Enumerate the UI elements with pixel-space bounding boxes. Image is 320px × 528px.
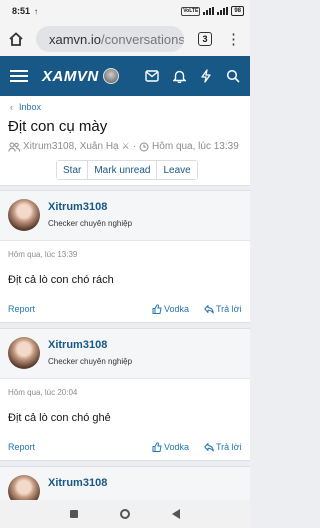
conversation-actions: Star Mark unread Leave [56,160,198,180]
page-title: Địt con cụ mày [8,118,108,135]
message: Xitrum3108 Checker chuyên nghiệp Hôm qua… [0,190,250,323]
mark-unread-button[interactable]: Mark unread [88,161,158,179]
url-bar[interactable]: xamvn.io/conversations [36,26,184,52]
avatar[interactable] [8,337,40,369]
site-logo[interactable]: XAMVN [42,68,99,85]
search-icon[interactable] [226,69,240,83]
user-title: Checker chuyên nghiệp [48,357,133,366]
reply-button[interactable]: Trả lời [204,442,242,452]
mail-icon[interactable] [145,70,159,82]
conversation-time: Hôm qua, lúc 13:39 [152,141,239,152]
message-time[interactable]: Hôm qua, lúc 20:04 [8,388,77,397]
reply-label: Trả lời [216,442,242,452]
user-title: Checker chuyên nghiệp [48,219,133,228]
system-nav-bar [0,500,250,528]
clock-icon [139,142,149,151]
site-navbar: XAMVN [0,56,250,96]
message-time[interactable]: Hôm qua, lúc 13:39 [8,250,77,259]
status-time: 8:51 [12,6,31,16]
status-icons: VoLTE 98 [181,6,244,16]
reply-icon [204,443,214,452]
meta-separator: · [132,141,137,152]
message-body: Địt cả lò con chó rách [8,274,114,286]
reply-button[interactable]: Trả lời [204,304,242,314]
breadcrumb[interactable]: ‹ Inbox [10,102,41,112]
like-button[interactable]: Vodka [152,304,189,314]
avatar[interactable] [8,199,40,231]
conversation-header: ‹ Inbox Địt con cụ mày Xitrum3108, Xuân H… [0,96,250,186]
users-icon [8,142,20,152]
signal-icon [203,7,215,15]
status-bar: 8:51 ↑ VoLTE 98 [0,0,250,22]
thumbs-up-icon [152,304,162,314]
tab-switcher-button[interactable]: 3 [198,32,212,46]
report-link[interactable]: Report [8,304,35,314]
home-button[interactable] [120,509,130,519]
like-button[interactable]: Vodka [152,442,189,452]
url-path: /conversations [101,31,184,47]
browser-toolbar: xamvn.io/conversations 3 ⋮ [0,22,250,56]
account-avatar[interactable] [102,68,119,84]
conversation-meta: Xitrum3108, Xuân Hạ ⚔ · Hôm qua, lúc 13:… [8,141,239,152]
thumbs-up-icon [152,442,162,452]
report-link[interactable]: Report [8,442,35,452]
message-body: Địt cả lò con chó ghẻ [8,412,111,424]
chevron-left-icon: ‹ [10,102,13,112]
signal-icon-2 [217,7,229,15]
leave-button[interactable]: Leave [157,161,197,179]
bell-icon[interactable] [173,69,186,83]
recents-button[interactable] [70,510,78,518]
message-username[interactable]: Xitrum3108 [48,201,107,213]
reply-icon [204,305,214,314]
like-label: Vodka [164,442,190,452]
menu-icon[interactable] [10,70,28,82]
breadcrumb-inbox[interactable]: Inbox [19,102,41,112]
crossed-swords-icon: ⚔ [121,141,130,151]
url-host: xamvn.io [49,31,102,47]
back-button[interactable] [172,509,180,519]
message-username[interactable]: Xitrum3108 [48,339,107,351]
message: Xitrum3108 Checker chuyên nghiệp Hôm qua… [0,328,250,461]
star-button[interactable]: Star [57,161,89,179]
reply-label: Trả lời [216,304,242,314]
battery-icon: 98 [231,6,244,16]
message-username[interactable]: Xitrum3108 [48,477,107,489]
message-user-row: Xitrum3108 Checker chuyên nghiệp [0,191,250,241]
upload-icon: ↑ [34,6,39,16]
home-icon[interactable] [6,29,26,49]
volte-badge: VoLTE [181,6,201,16]
navbar-icons [145,69,240,83]
more-menu-icon[interactable]: ⋮ [226,30,241,48]
bolt-icon[interactable] [200,69,212,83]
message-user-row: Xitrum3108 Checker chuyên nghiệp [0,329,250,379]
participants[interactable]: Xitrum3108, Xuân Hạ [23,141,119,152]
like-label: Vodka [164,304,190,314]
